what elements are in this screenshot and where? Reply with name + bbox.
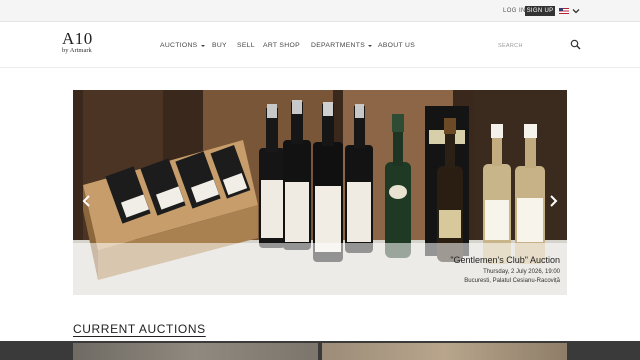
chevron-left-icon[interactable]	[81, 194, 93, 208]
chevron-down-icon	[572, 9, 580, 14]
hero-banner[interactable]: "Gentlemen's Club" Auction Thursday, 2 J…	[73, 90, 567, 295]
auction-location: Bucuresti, Palatul Cesianu-Racoviță	[464, 278, 560, 284]
auction-card-thumbnail[interactable]	[322, 343, 567, 360]
auction-card-thumbnail[interactable]	[73, 343, 318, 360]
nav-item-about-us[interactable]: ABOUT US	[378, 42, 415, 49]
current-auctions-heading[interactable]: CURRENT AUCTIONS	[73, 322, 206, 336]
logo-sub-text: by Artmark	[62, 47, 92, 54]
nav-item-label: BUY	[212, 42, 227, 49]
chevron-right-icon[interactable]	[547, 194, 559, 208]
caret-down-icon	[368, 44, 373, 47]
nav-item-sell[interactable]: SELL	[237, 42, 255, 49]
search-box	[498, 38, 584, 54]
nav-item-label: ABOUT US	[378, 42, 416, 49]
auction-title[interactable]: "Gentlemen's Club" Auction	[450, 255, 560, 265]
caret-down-icon	[200, 44, 205, 47]
nav-item-label: DEPARTMENTS	[311, 42, 366, 49]
login-link[interactable]: LOG IN	[503, 8, 526, 14]
search-icon[interactable]	[570, 39, 581, 50]
nav-item-label: SELL	[237, 42, 255, 49]
site-header: A10 by Artmark AUCTIONS BUY SELL ART SHO…	[0, 22, 640, 68]
nav-item-label: AUCTIONS	[160, 42, 198, 49]
logo-main-text: A10	[62, 29, 93, 48]
us-flag-icon	[559, 8, 569, 14]
hero-caption: "Gentlemen's Club" Auction Thursday, 2 J…	[73, 243, 567, 295]
language-selector[interactable]	[559, 5, 581, 17]
nav-item-art-shop[interactable]: ART SHOP	[263, 42, 300, 49]
nav-item-auctions[interactable]: AUCTIONS	[160, 42, 205, 49]
nav-item-buy[interactable]: BUY	[212, 42, 227, 49]
site-logo[interactable]: A10 by Artmark	[62, 29, 102, 55]
top-utility-bar: LOG IN SIGN UP	[0, 0, 640, 22]
auction-date: Thursday, 2 July 2026, 19:00	[483, 269, 560, 275]
signup-button[interactable]: SIGN UP	[525, 6, 555, 16]
nav-item-departments[interactable]: DEPARTMENTS	[311, 42, 373, 49]
nav-item-label: ART SHOP	[263, 42, 300, 49]
search-input[interactable]	[498, 40, 564, 52]
